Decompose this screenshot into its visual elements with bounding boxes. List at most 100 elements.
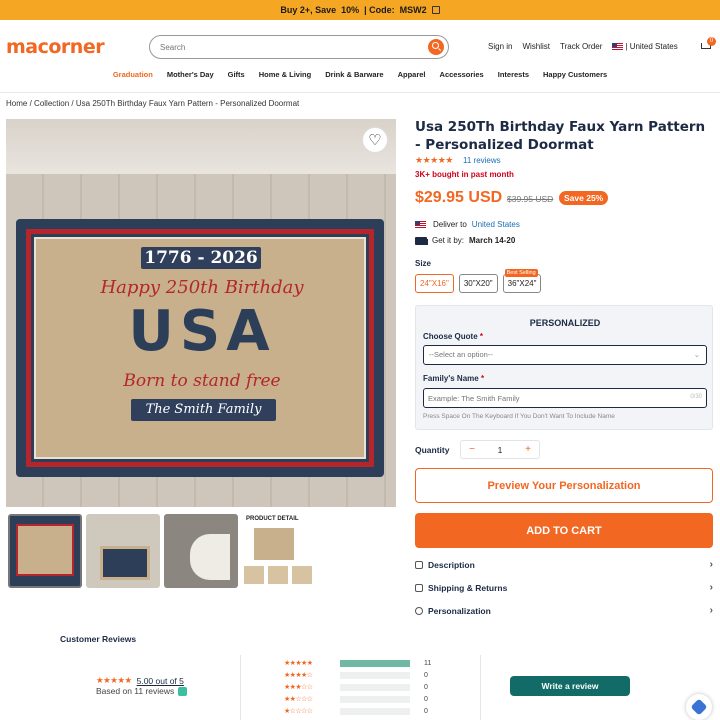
size-option-36x24[interactable]: Best Selling 36"X24"	[502, 269, 542, 293]
nav-item-mothers-day[interactable]: Mother's Day	[160, 70, 221, 86]
row-stars: ★★☆☆☆	[284, 696, 313, 703]
wishlist-link[interactable]: Wishlist	[522, 42, 550, 51]
quantity-minus-button[interactable]: −	[461, 444, 483, 455]
sign-in-link[interactable]: Sign in	[488, 42, 512, 51]
chevron-right-icon: ›	[709, 559, 713, 570]
thumbnail-1[interactable]	[8, 514, 82, 588]
shipping-icon	[415, 584, 423, 592]
breadcrumb-home[interactable]: Home	[6, 99, 27, 108]
accordion-description[interactable]: Description ›	[415, 557, 713, 573]
review-score: ★★★★★ 5.00 out of 5	[96, 675, 184, 686]
accordion-shipping[interactable]: Shipping & Returns ›	[415, 580, 713, 596]
customer-reviews-title: Customer Reviews	[60, 634, 137, 644]
quote-select-value: --Select an option--	[429, 350, 493, 359]
row-stars: ★★★★★	[284, 660, 313, 667]
row-bar	[340, 683, 410, 691]
promo-code: MSW2	[399, 5, 427, 15]
write-review-button[interactable]: Write a review	[510, 676, 630, 696]
doormat-inner: 1776 - 2026 Happy 250th Birthday USA Bor…	[34, 237, 366, 459]
truck-icon	[415, 236, 428, 245]
chevron-down-icon: ⌄	[693, 350, 700, 359]
quote-select[interactable]: --Select an option-- ⌄	[423, 345, 707, 365]
row-count: 11	[424, 659, 432, 667]
quantity-value[interactable]: 1	[483, 445, 517, 455]
doormat-usa-text: USA	[128, 299, 276, 364]
nav-item-graduation[interactable]: Graduation	[106, 70, 160, 86]
breadcrumb: Home / Collection / Usa 250Th Birthday F…	[6, 99, 299, 108]
quantity-plus-button[interactable]: +	[517, 444, 539, 455]
family-name-field: 0/30	[423, 388, 707, 408]
add-to-cart-button[interactable]: ADD TO CART	[415, 513, 713, 548]
breadcrumb-collection[interactable]: Collection	[34, 99, 69, 108]
personalization-panel: PERSONALIZED Choose Quote * --Select an …	[415, 305, 713, 430]
search-icon[interactable]	[428, 39, 444, 55]
distribution-row[interactable]: ★★★★☆ 0	[284, 670, 434, 680]
header-links: Sign in Wishlist Track Order | United St…	[488, 42, 678, 51]
chevron-right-icon: ›	[709, 582, 713, 593]
distribution-row[interactable]: ★★★★★ 11	[284, 658, 434, 668]
preview-personalization-button[interactable]: Preview Your Personalization	[415, 468, 713, 503]
promo-highlight: 10%	[341, 5, 360, 15]
size-option-label: 36"X24"	[507, 279, 537, 288]
thumbnail-strip: PRODUCT DETAIL	[8, 514, 316, 588]
required-mark: *	[479, 332, 484, 341]
person-icon	[415, 607, 423, 615]
product-title: Usa 250Th Birthday Faux Yarn Pattern - P…	[415, 119, 706, 153]
getby-date: March 14-20	[469, 236, 516, 245]
row-count: 0	[424, 671, 428, 679]
size-option-30x20[interactable]: 30"X20"	[458, 274, 498, 293]
deliver-country-link[interactable]: United States	[472, 220, 520, 229]
review-divider	[240, 655, 241, 720]
size-option-label: 24"X16"	[420, 279, 449, 288]
row-bar-fill	[340, 659, 410, 667]
track-order-link[interactable]: Track Order	[560, 42, 602, 51]
delivery-estimate: Get it by: March 14-20	[415, 236, 515, 245]
country-selector[interactable]: | United States	[612, 42, 678, 51]
distribution-row[interactable]: ★★☆☆☆ 0	[284, 694, 434, 704]
nav-item-accessories[interactable]: Accessories	[433, 70, 491, 86]
distribution-row[interactable]: ★★★☆☆ 0	[284, 682, 434, 692]
quantity-stepper: − 1 +	[460, 440, 540, 459]
best-selling-tag: Best Selling	[504, 269, 538, 277]
breadcrumb-separator: /	[71, 99, 74, 108]
accordion-personalization[interactable]: Personalization ›	[415, 603, 713, 619]
doormat: 1776 - 2026 Happy 250th Birthday USA Bor…	[16, 219, 384, 477]
us-flag-icon	[415, 221, 426, 228]
choose-quote-text: Choose Quote	[423, 332, 478, 341]
copy-icon[interactable]	[431, 6, 440, 14]
thumbnail-detail-title: PRODUCT DETAIL	[246, 516, 299, 522]
family-name-input[interactable]	[428, 392, 668, 404]
logo[interactable]: macorner	[6, 36, 105, 58]
chevron-right-icon: ›	[709, 605, 713, 616]
nav-item-home-living[interactable]: Home & Living	[252, 70, 319, 86]
search-input[interactable]	[160, 41, 420, 54]
review-based-text: Based on 11 reviews	[96, 686, 175, 696]
nav-item-interests[interactable]: Interests	[491, 70, 536, 86]
size-option-24x16[interactable]: 24"X16"	[415, 274, 454, 293]
nav-item-happy-customers[interactable]: Happy Customers	[536, 70, 614, 86]
row-bar	[340, 671, 410, 679]
distribution-row[interactable]: ★☆☆☆☆ 0	[284, 706, 434, 716]
review-score-link[interactable]: 5.00 out of 5	[137, 676, 184, 686]
thumbnail-2[interactable]	[86, 514, 160, 588]
thumbnail-3[interactable]	[164, 514, 238, 588]
product-main-image[interactable]: 1776 - 2026 Happy 250th Birthday USA Bor…	[6, 119, 396, 507]
nav-item-drink-barware[interactable]: Drink & Barware	[318, 70, 390, 86]
save-badge: Save 25%	[559, 191, 609, 205]
description-icon	[415, 561, 423, 569]
heart-icon[interactable]: ♡	[362, 127, 388, 153]
chat-widget-icon[interactable]	[686, 694, 712, 720]
review-based-on: Based on 11 reviews	[96, 686, 188, 696]
cart-icon[interactable]: 0	[699, 37, 716, 53]
image-wall	[6, 119, 396, 174]
promo-bar: Buy 2+, Save 10% | Code: MSW2	[0, 0, 720, 20]
reviews-link[interactable]: 11 reviews	[463, 156, 501, 165]
thumbnail-4[interactable]: PRODUCT DETAIL	[242, 514, 316, 588]
thumbnail-image	[244, 566, 314, 584]
family-name-text: Family's Name	[423, 374, 479, 383]
row-stars: ★★★★☆	[284, 672, 313, 679]
doormat-birthday-text: Happy 250th Birthday	[100, 277, 304, 298]
nav-item-apparel[interactable]: Apparel	[391, 70, 433, 86]
nav-item-gifts[interactable]: Gifts	[221, 70, 252, 86]
review-stars: ★★★★★	[96, 675, 132, 685]
